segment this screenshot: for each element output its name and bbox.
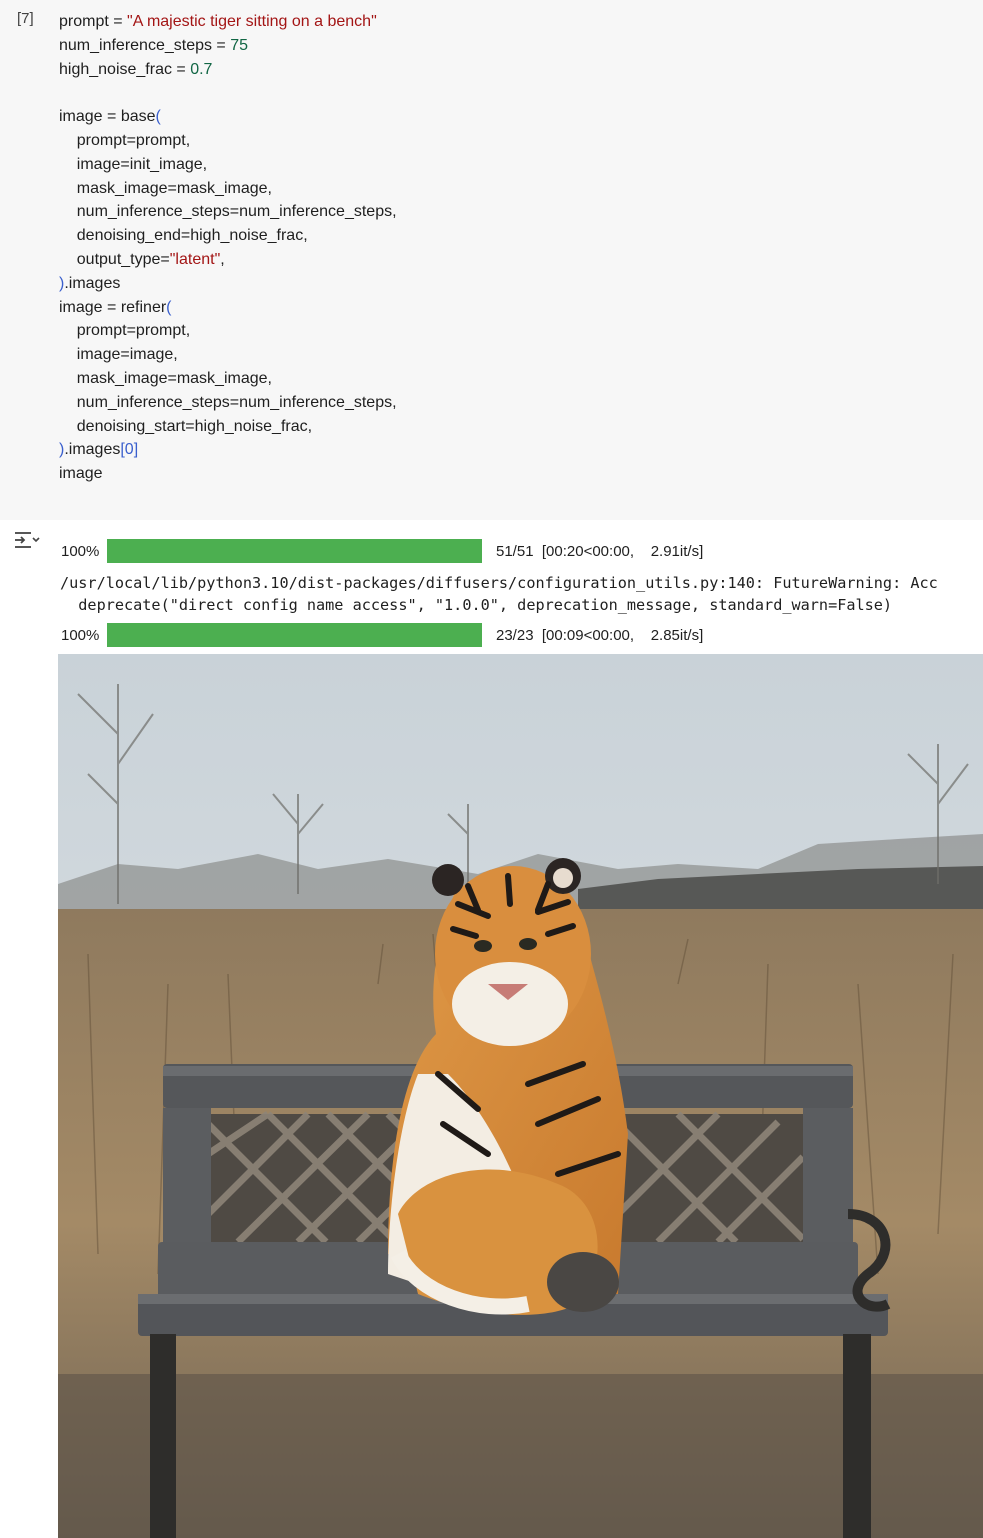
code-token: 75 bbox=[230, 36, 249, 54]
progress-stats: 23/23 [00:09<00:00, 2.85it/s] bbox=[496, 626, 704, 644]
code-line[interactable]: image = refiner( bbox=[59, 296, 397, 320]
code-token: output_type= bbox=[59, 250, 170, 268]
warning-line: deprecate("direct config name access", "… bbox=[60, 596, 893, 614]
progress-bar bbox=[107, 539, 482, 563]
code-line[interactable]: prompt = "A majestic tiger sitting on a … bbox=[59, 10, 397, 34]
progress-row-refiner: 100% 23/23 [00:09<00:00, 2.85it/s] bbox=[61, 623, 703, 647]
code-token: image=init_image, bbox=[59, 155, 208, 173]
code-token: prompt = bbox=[59, 13, 128, 30]
code-line[interactable]: num_inference_steps = 75 bbox=[59, 34, 397, 58]
code-editor[interactable]: prompt = "A majestic tiger sitting on a … bbox=[59, 10, 397, 486]
warning-line: /usr/local/lib/python3.10/dist-packages/… bbox=[60, 574, 938, 592]
code-line[interactable]: mask_image=mask_image, bbox=[59, 177, 397, 201]
code-line[interactable]: denoising_end=high_noise_frac, bbox=[59, 224, 397, 248]
code-token: ( bbox=[155, 108, 161, 126]
code-line[interactable]: num_inference_steps=num_inference_steps, bbox=[59, 200, 397, 224]
code-token: "A majestic tiger sitting on a bench" bbox=[127, 13, 377, 30]
progress-row-base: 100% 51/51 [00:20<00:00, 2.91it/s] bbox=[61, 539, 703, 563]
code-token: image = refiner bbox=[59, 298, 167, 316]
code-line[interactable]: mask_image=mask_image, bbox=[59, 367, 397, 391]
execution-count: [7] bbox=[17, 10, 34, 27]
progress-bar-fill bbox=[107, 623, 482, 647]
generated-tiger-image bbox=[58, 654, 983, 1538]
code-cell[interactable]: [7] prompt = "A majestic tiger sitting o… bbox=[0, 0, 983, 520]
code-token: denoising_end=high_noise_frac, bbox=[59, 227, 308, 245]
code-token: .images bbox=[64, 441, 121, 459]
code-token: [0] bbox=[120, 441, 139, 459]
code-token: num_inference_steps=num_inference_steps, bbox=[59, 203, 397, 221]
code-line[interactable]: ).images bbox=[59, 272, 397, 296]
code-token: num_inference_steps=num_inference_steps, bbox=[59, 393, 397, 411]
warning-output: /usr/local/lib/python3.10/dist-packages/… bbox=[60, 572, 983, 616]
code-token: prompt=prompt, bbox=[59, 322, 191, 340]
output-collapse-icon[interactable] bbox=[12, 528, 42, 554]
code-line[interactable]: prompt=prompt, bbox=[59, 129, 397, 153]
code-token: mask_image=mask_image, bbox=[59, 179, 272, 197]
code-line[interactable]: image=image, bbox=[59, 343, 397, 367]
code-token: high_noise_frac = bbox=[59, 60, 191, 78]
code-line[interactable]: image bbox=[59, 462, 397, 486]
code-line[interactable] bbox=[59, 81, 397, 105]
code-token: image bbox=[59, 465, 103, 483]
progress-stats: 51/51 [00:20<00:00, 2.91it/s] bbox=[496, 542, 704, 560]
code-token: denoising_start=high_noise_frac, bbox=[59, 417, 313, 435]
progress-percent: 100% bbox=[61, 542, 100, 560]
code-token: prompt=prompt, bbox=[59, 131, 191, 149]
code-token: 0.7 bbox=[190, 60, 213, 78]
code-token: mask_image=mask_image, bbox=[59, 369, 272, 387]
code-line[interactable]: image = base( bbox=[59, 105, 397, 129]
code-token: "latent" bbox=[169, 250, 221, 268]
code-token: , bbox=[220, 250, 225, 268]
code-line[interactable]: denoising_start=high_noise_frac, bbox=[59, 415, 397, 439]
code-line[interactable]: output_type="latent", bbox=[59, 248, 397, 272]
code-line[interactable]: prompt=prompt, bbox=[59, 319, 397, 343]
code-token: image = base bbox=[59, 108, 156, 126]
progress-bar bbox=[107, 623, 482, 647]
code-token: num_inference_steps = bbox=[59, 36, 231, 54]
code-line[interactable]: ).images[0] bbox=[59, 438, 397, 462]
cell-output: 100% 51/51 [00:20<00:00, 2.91it/s] /usr/… bbox=[0, 520, 983, 1538]
code-token: .images bbox=[64, 274, 121, 292]
code-line[interactable]: num_inference_steps=num_inference_steps, bbox=[59, 391, 397, 415]
code-token: ( bbox=[166, 298, 172, 316]
progress-bar-fill bbox=[107, 539, 482, 563]
code-line[interactable]: high_noise_frac = 0.7 bbox=[59, 58, 397, 82]
code-token: image=image, bbox=[59, 346, 178, 364]
code-line[interactable]: image=init_image, bbox=[59, 153, 397, 177]
progress-percent: 100% bbox=[61, 626, 100, 644]
